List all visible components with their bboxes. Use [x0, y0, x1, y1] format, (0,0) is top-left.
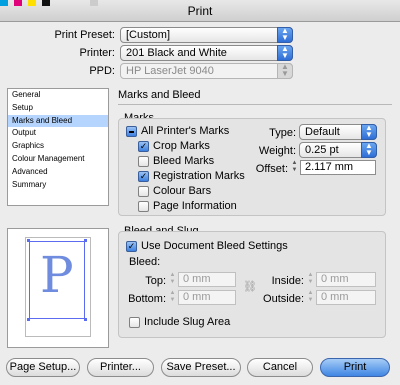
popup-arrows-icon: ▲ ▼ — [361, 124, 377, 140]
sidebar-item-colour-management[interactable]: Colour Management — [8, 153, 108, 166]
use-document-bleed-checkbox[interactable]: ✓ Use Document Bleed Settings — [126, 240, 288, 253]
registration-marks-checkbox[interactable]: ✓ Registration Marks — [138, 170, 245, 183]
preview-glyph: P — [40, 246, 74, 304]
bottom-field[interactable]: 0 mm — [178, 290, 236, 305]
page-information-checkbox[interactable]: Page Information — [138, 200, 237, 213]
page-setup-button[interactable]: Page Setup... — [6, 358, 80, 377]
colour-bars-checkbox[interactable]: Colour Bars — [138, 185, 211, 198]
page-information-label: Page Information — [153, 200, 237, 212]
window-title: Print — [187, 4, 213, 18]
link-chain-icon[interactable]: ⛓ — [243, 280, 257, 293]
include-slug-checkbox[interactable]: Include Slug Area — [129, 316, 230, 329]
inside-stepper[interactable]: ▲ ▼ — [306, 272, 315, 287]
popup-arrows-icon: ▲ ▼ — [361, 142, 377, 158]
print-preset-label: Print Preset: — [54, 29, 115, 41]
type-popup[interactable]: Default ▲ ▼ — [299, 124, 377, 140]
panel-divider — [118, 104, 392, 105]
print-preset-value: [Custom] — [126, 29, 171, 41]
crop-mark-icon — [84, 239, 87, 242]
checkmark-icon: ✓ — [138, 171, 149, 182]
checkmark-icon: ✓ — [138, 141, 149, 152]
popup-arrows-icon: ▲ ▼ — [277, 63, 293, 79]
printer-label: Printer: — [79, 47, 115, 59]
type-label: Type: — [269, 127, 296, 139]
outside-label: Outside: — [263, 293, 304, 305]
page-preview: P — [7, 228, 109, 348]
ppd-popup[interactable]: HP LaserJet 9040 ▲ ▼ — [120, 63, 293, 79]
print-preset-popup[interactable]: [Custom] ▲ ▼ — [120, 27, 293, 43]
checkbox-unchecked-icon — [138, 156, 149, 167]
registration-marks-label: Registration Marks — [153, 170, 245, 182]
checkbox-unchecked-icon — [129, 317, 140, 328]
weight-label: Weight: — [258, 145, 296, 157]
save-preset-button[interactable]: Save Preset... — [161, 358, 241, 377]
sidebar-item-setup[interactable]: Setup — [8, 102, 108, 115]
sidebar-item-marks-and-bleed[interactable]: Marks and Bleed — [8, 114, 108, 128]
printer-popup[interactable]: 201 Black and White ▲ ▼ — [120, 45, 293, 61]
offset-label: Offset: — [255, 163, 288, 175]
all-printers-marks-label: All Printer's Marks — [141, 125, 230, 137]
top-stepper[interactable]: ▲ ▼ — [168, 272, 177, 287]
offset-stepper[interactable]: ▲ ▼ — [290, 160, 299, 175]
printer-button[interactable]: Printer... — [87, 358, 154, 377]
checkbox-mixed-icon — [126, 126, 137, 137]
print-button[interactable]: Print — [320, 358, 390, 377]
title-bar: Print — [0, 0, 400, 22]
top-label: Top: — [145, 275, 166, 287]
sidebar-item-graphics[interactable]: Graphics — [8, 140, 108, 153]
all-printers-marks-checkbox[interactable]: All Printer's Marks — [126, 125, 229, 138]
sidebar-item-general[interactable]: General — [8, 89, 108, 102]
category-list: General Setup Marks and Bleed Output Gra… — [7, 88, 109, 206]
preview-page: P — [25, 237, 91, 337]
sidebar-item-summary[interactable]: Summary — [8, 179, 108, 192]
popup-arrows-icon: ▲ ▼ — [277, 27, 293, 43]
sidebar-item-output[interactable]: Output — [8, 127, 108, 140]
inside-field[interactable]: 0 mm — [316, 272, 376, 287]
crop-marks-checkbox[interactable]: ✓ Crop Marks — [138, 140, 210, 153]
include-slug-label: Include Slug Area — [144, 316, 231, 328]
bleed-marks-checkbox[interactable]: Bleed Marks — [138, 155, 214, 168]
weight-popup[interactable]: 0.25 pt ▲ ▼ — [299, 142, 377, 158]
checkmark-icon: ✓ — [126, 241, 137, 252]
bleed-marks-label: Bleed Marks — [153, 155, 215, 167]
type-value: Default — [305, 126, 340, 138]
colour-bars-label: Colour Bars — [153, 185, 212, 197]
crop-mark-icon — [27, 318, 30, 321]
bleed-label: Bleed: — [129, 256, 161, 268]
crop-mark-icon — [84, 318, 87, 321]
use-document-bleed-label: Use Document Bleed Settings — [141, 240, 288, 252]
ppd-label: PPD: — [89, 65, 115, 77]
crop-marks-label: Crop Marks — [153, 140, 210, 152]
preview-trim-box: P — [29, 241, 85, 319]
outside-stepper[interactable]: ▲ ▼ — [306, 290, 315, 305]
checkbox-unchecked-icon — [138, 201, 149, 212]
panel-title: Marks and Bleed — [118, 89, 201, 101]
printer-value: 201 Black and White — [126, 47, 227, 59]
weight-value: 0.25 pt — [305, 144, 339, 156]
offset-field[interactable]: 2.117 mm — [300, 160, 376, 175]
inside-label: Inside: — [271, 275, 304, 287]
top-field[interactable]: 0 mm — [178, 272, 236, 287]
bottom-stepper[interactable]: ▲ ▼ — [168, 290, 177, 305]
cancel-button[interactable]: Cancel — [247, 358, 313, 377]
sidebar-item-advanced[interactable]: Advanced — [8, 166, 108, 179]
bottom-label: Bottom: — [128, 293, 166, 305]
popup-arrows-icon: ▲ ▼ — [277, 45, 293, 61]
checkbox-unchecked-icon — [138, 186, 149, 197]
crop-mark-icon — [27, 239, 30, 242]
outside-field[interactable]: 0 mm — [316, 290, 376, 305]
ppd-value: HP LaserJet 9040 — [126, 65, 214, 77]
